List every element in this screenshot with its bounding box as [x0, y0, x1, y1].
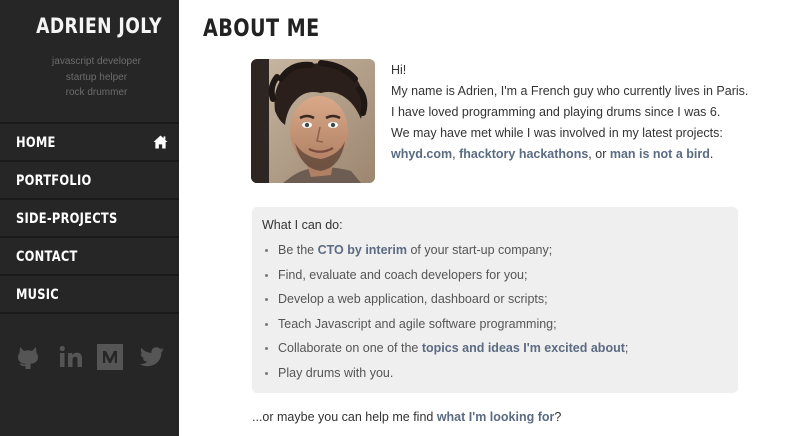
footer-text: ? — [554, 410, 562, 424]
cto-by-interim-link[interactable]: CTO by interim — [318, 243, 407, 257]
twitter-icon[interactable] — [139, 344, 165, 370]
projects-line: whyd.com, fhacktory hackathons, or man i… — [391, 146, 751, 163]
social-links — [15, 344, 175, 372]
services-card: What I can do: Be the CTO by interim of … — [252, 207, 738, 393]
services-list: Be the CTO by interim of your start-up c… — [278, 238, 628, 385]
list-item-text: Develop a web application, dashboard or … — [278, 292, 548, 306]
list-item-text: Collaborate on one of the — [278, 341, 422, 355]
profile-photo-image — [251, 59, 375, 183]
topics-ideas-link[interactable]: topics and ideas I'm excited about — [422, 341, 625, 355]
nav-item-home[interactable]: HOME — [0, 124, 179, 162]
list-item: Develop a web application, dashboard or … — [278, 287, 628, 312]
project-link-man-is-not-a-bird[interactable]: man is not a bird — [610, 147, 710, 161]
intro-line: I have loved programming and playing dru… — [391, 105, 721, 119]
list-item: Find, evaluate and coach developers for … — [278, 263, 628, 288]
nav-item-label: HOME — [16, 135, 56, 151]
medium-icon[interactable] — [97, 344, 123, 370]
page-title: ABOUT ME — [203, 14, 320, 42]
list-item: Teach Javascript and agile software prog… — [278, 312, 628, 337]
list-item-text: Find, evaluate and coach developers for … — [278, 267, 528, 282]
list-item-text: Be the — [278, 243, 318, 257]
list-item-text: of your start-up company; — [407, 243, 553, 257]
nav-item-label: MUSIC — [16, 287, 59, 303]
tagline: javascript developer — [52, 56, 141, 67]
list-item-text: Play drums with you. — [278, 365, 394, 380]
home-icon — [153, 135, 168, 149]
github-icon[interactable] — [15, 344, 41, 370]
project-link-whyd[interactable]: whyd.com — [391, 147, 452, 161]
period: . — [709, 147, 714, 161]
nav-item-music[interactable]: MUSIC — [0, 276, 179, 314]
list-item: Play drums with you. — [278, 361, 628, 386]
intro-line: My name is Adrien, I'm a French guy who … — [391, 84, 749, 98]
services-title: What I can do: — [262, 218, 343, 232]
list-item: Collaborate on one of the topics and ide… — [278, 336, 628, 361]
taglines: javascript developer startup helper rock… — [0, 54, 179, 101]
nav-item-label: SIDE-PROJECTS — [16, 211, 118, 227]
tagline: startup helper — [65, 71, 128, 83]
intro-line: We may have met while I was involved in … — [391, 126, 723, 140]
footer-line: ...or maybe you can help me find what I'… — [252, 410, 561, 424]
list-item-text: Teach Javascript and agile software prog… — [278, 316, 557, 331]
list-item-text: ; — [624, 341, 629, 355]
nav-item-label: CONTACT — [16, 249, 78, 265]
profile-photo — [251, 59, 375, 183]
tagline: rock drummer — [65, 87, 128, 98]
nav-item-portfolio[interactable]: PORTFOLIO — [0, 162, 179, 200]
list-item: Be the CTO by interim of your start-up c… — [278, 238, 628, 263]
sidebar: ADRIEN JOLY javascript developer startup… — [0, 0, 179, 436]
intro-text: Hi! My name is Adrien, I'm a French guy … — [391, 60, 751, 163]
nav-item-label: PORTFOLIO — [16, 173, 92, 189]
site-brand[interactable]: ADRIEN JOLY — [0, 14, 161, 38]
linkedin-icon[interactable] — [58, 344, 84, 370]
main-nav: HOME PORTFOLIO SIDE-PROJECTS CONTACT MUS… — [0, 122, 179, 314]
project-link-fhacktory[interactable]: fhacktory hackathons — [459, 147, 588, 161]
looking-for-link[interactable]: what I'm looking for — [437, 410, 555, 424]
footer-text: ...or maybe you can help me find — [252, 410, 437, 424]
nav-item-side-projects[interactable]: SIDE-PROJECTS — [0, 200, 179, 238]
greeting: Hi! — [391, 63, 407, 77]
nav-item-contact[interactable]: CONTACT — [0, 238, 179, 276]
separator: , or — [588, 147, 610, 161]
